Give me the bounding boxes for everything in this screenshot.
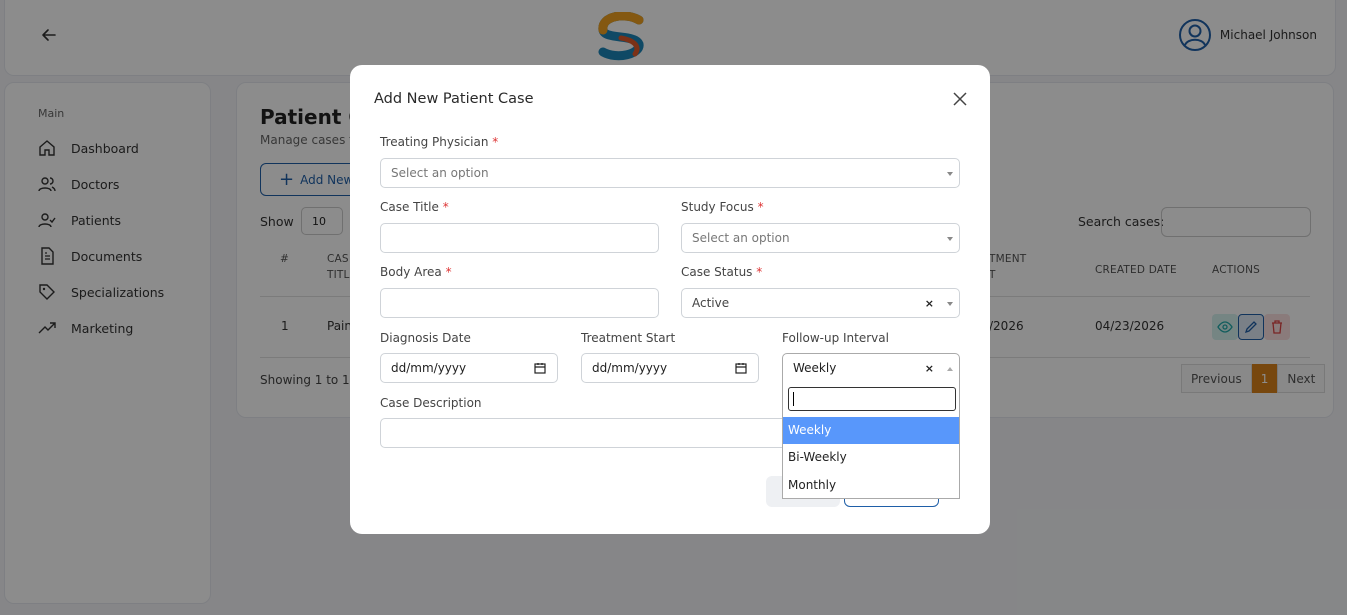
study-focus-label: Study Focus *: [681, 200, 764, 214]
treatment-start-label: Treatment Start: [581, 331, 676, 345]
followup-select[interactable]: Weekly ×: [782, 353, 960, 383]
diagnosis-date-label: Diagnosis Date: [380, 331, 471, 345]
body-area-label: Body Area *: [380, 265, 452, 279]
case-status-label: Case Status *: [681, 265, 763, 279]
chevron-down-icon: [947, 302, 953, 306]
case-title-label: Case Title *: [380, 200, 449, 214]
text-cursor: [793, 392, 794, 406]
diagnosis-date-input[interactable]: dd/mm/yyyy: [380, 353, 558, 383]
calendar-icon[interactable]: [534, 362, 546, 374]
description-label: Case Description: [380, 396, 482, 410]
clear-icon[interactable]: ×: [925, 362, 934, 375]
dropdown-search-input[interactable]: [788, 387, 956, 411]
add-case-modal: Add New Patient Case Treating Physician …: [350, 65, 990, 534]
case-title-input[interactable]: [380, 223, 659, 253]
chevron-up-icon: [947, 367, 953, 371]
physician-select[interactable]: Select an option: [380, 158, 960, 188]
treatment-start-input[interactable]: dd/mm/yyyy: [581, 353, 759, 383]
chevron-down-icon: [947, 172, 953, 176]
calendar-icon[interactable]: [735, 362, 747, 374]
clear-icon[interactable]: ×: [925, 297, 934, 310]
study-focus-select[interactable]: Select an option: [681, 223, 960, 253]
followup-dropdown: Weekly Bi-Weekly Monthly: [782, 382, 960, 499]
case-status-select[interactable]: Active ×: [681, 288, 960, 318]
option-monthly[interactable]: Monthly: [783, 472, 959, 499]
followup-label: Follow-up Interval: [782, 331, 889, 345]
body-area-input[interactable]: [380, 288, 659, 318]
chevron-down-icon: [947, 237, 953, 241]
option-weekly[interactable]: Weekly: [783, 417, 959, 444]
close-icon[interactable]: [952, 91, 968, 107]
modal-title: Add New Patient Case: [374, 91, 534, 107]
physician-label: Treating Physician *: [380, 135, 499, 149]
option-bi-weekly[interactable]: Bi-Weekly: [783, 444, 959, 471]
